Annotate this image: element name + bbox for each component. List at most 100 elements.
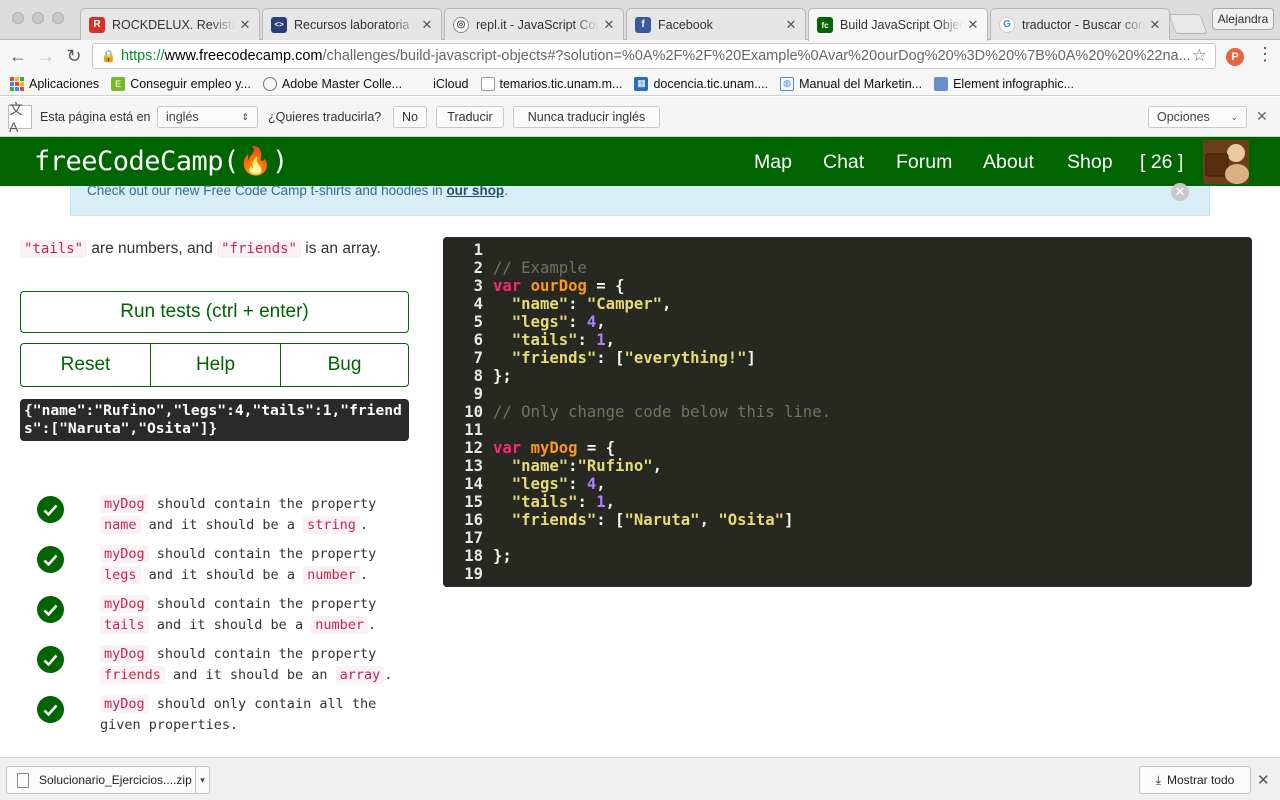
never-translate-button[interactable]: Nunca traducir inglés bbox=[513, 106, 660, 128]
code-line[interactable]: 14 "legs": 4, bbox=[443, 475, 1252, 493]
code-token: , bbox=[605, 331, 616, 349]
forward-arrow-icon[interactable]: → bbox=[34, 44, 58, 68]
code-line[interactable]: 10 // Only change code below this line. bbox=[443, 403, 1252, 421]
options-label: Opciones bbox=[1157, 110, 1210, 124]
code-line[interactable]: 17 bbox=[443, 529, 1252, 547]
close-tab-icon[interactable]: ✕ bbox=[421, 17, 433, 33]
fcc-navbar: freeCodeCamp(🔥) Map Chat Forum About Sho… bbox=[0, 137, 1280, 186]
line-number: 13 bbox=[464, 457, 483, 475]
bookmark-apps[interactable]: Aplicaciones bbox=[10, 76, 99, 91]
close-translate-icon[interactable]: ✕ bbox=[1256, 108, 1268, 125]
extension-icon[interactable]: P bbox=[1226, 48, 1244, 66]
close-shelf-icon[interactable]: ✕ bbox=[1257, 771, 1270, 789]
url-host: www.freecodecamp.com bbox=[164, 48, 323, 64]
close-window-button[interactable] bbox=[12, 12, 24, 24]
alert-text: Check out our new Free Code Camp t-shirt… bbox=[87, 183, 447, 198]
reset-button[interactable]: Reset bbox=[20, 343, 151, 387]
code-line[interactable]: 3 var ourDog = { bbox=[443, 277, 1252, 295]
nav-about[interactable]: About bbox=[983, 151, 1034, 174]
bookmark-conseguir-empleo[interactable]: E Conseguir empleo y... bbox=[111, 76, 251, 91]
bookmark-star-icon[interactable]: ☆ bbox=[1192, 46, 1207, 66]
code-line[interactable]: 16 "friends": ["Naruta", "Osita"] bbox=[443, 511, 1252, 529]
code-line[interactable]: 11 bbox=[443, 421, 1252, 439]
bookmark-label: Adobe Master Colle... bbox=[281, 76, 403, 91]
line-number: 4 bbox=[473, 295, 483, 313]
download-item[interactable]: Solucionario_Ejercicios....zip ▾ bbox=[6, 766, 210, 794]
download-menu-chevron-icon[interactable]: ▾ bbox=[195, 767, 209, 793]
bookmark-icloud[interactable]: iCloud bbox=[414, 77, 468, 91]
code-line[interactable]: 6 "tails": 1, bbox=[443, 331, 1252, 349]
code-token: : bbox=[568, 295, 587, 313]
code-line[interactable]: 18}; bbox=[443, 547, 1252, 565]
download-shelf: Solucionario_Ejercicios....zip ▾ ⤓ Mostr… bbox=[0, 757, 1280, 800]
code-line[interactable]: 19 bbox=[443, 565, 1252, 583]
close-tab-icon[interactable]: ✕ bbox=[1149, 17, 1161, 33]
bug-button[interactable]: Bug bbox=[280, 343, 409, 387]
code-line[interactable]: 4 "name": "Camper", bbox=[443, 295, 1252, 313]
profile-button[interactable]: Alejandra bbox=[1212, 8, 1274, 30]
run-tests-button[interactable]: Run tests (ctrl + enter) bbox=[20, 291, 409, 333]
help-button[interactable]: Help bbox=[150, 343, 281, 387]
points-counter[interactable]: [ 26 ] bbox=[1140, 151, 1183, 174]
back-arrow-icon[interactable]: ← bbox=[6, 44, 30, 68]
tab-facebook[interactable]: f Facebook ✕ bbox=[626, 8, 806, 40]
tab-build-javascript-objects[interactable]: fc Build JavaScript Objec ✕ bbox=[808, 8, 988, 41]
tab-traductor[interactable]: G traductor - Buscar con ✕ bbox=[990, 8, 1170, 40]
translate-options-select[interactable]: Opciones ⌄ bbox=[1148, 106, 1247, 128]
test-text: and it should be an bbox=[164, 667, 336, 683]
reload-icon[interactable]: ↻ bbox=[62, 44, 86, 68]
address-bar[interactable]: 🔒 https://www.freecodecamp.com/challenge… bbox=[92, 43, 1216, 69]
bookmark-element-infographic[interactable]: Element infographic... bbox=[934, 76, 1074, 91]
show-all-downloads-button[interactable]: ⤓ Mostrar todo bbox=[1139, 766, 1251, 794]
test-property: friends bbox=[100, 666, 165, 684]
code-editor[interactable]: 1 2// Example 3 var ourDog = {4 "name": "Ca… bbox=[443, 237, 1252, 587]
bookmark-adobe[interactable]: Adobe Master Colle... bbox=[262, 76, 403, 91]
code-line[interactable]: 12 var myDog = { bbox=[443, 439, 1252, 457]
code-line[interactable]: 2 // Example bbox=[443, 259, 1252, 277]
nav-chat[interactable]: Chat bbox=[823, 151, 864, 174]
code-line[interactable]: 13 "name":"Rufino", bbox=[443, 457, 1252, 475]
code-line[interactable]: 8}; bbox=[443, 367, 1252, 385]
code-text: var ourDog = { bbox=[493, 277, 624, 295]
code-line[interactable]: 5 "legs": 4, bbox=[443, 313, 1252, 331]
line-number: 19 bbox=[464, 565, 483, 583]
code-line[interactable]: 1 bbox=[443, 241, 1252, 259]
close-alert-icon[interactable]: ✕ bbox=[1171, 183, 1189, 201]
code-line[interactable]: 7 "friends": ["everything!"] bbox=[443, 349, 1252, 367]
code-token: , bbox=[699, 511, 719, 529]
code-line[interactable]: 9 bbox=[443, 385, 1252, 403]
translate-button[interactable]: Traducir bbox=[436, 106, 504, 128]
minimize-window-button[interactable] bbox=[32, 12, 44, 24]
bookmark-temarios[interactable]: temarios.tic.unam.m... bbox=[480, 76, 622, 91]
fcc-logo[interactable]: freeCodeCamp(🔥) bbox=[34, 145, 288, 177]
google-favicon-icon: G bbox=[999, 16, 1015, 33]
nav-shop[interactable]: Shop bbox=[1067, 151, 1113, 174]
browser-menu-icon[interactable]: ⋮ bbox=[1256, 44, 1274, 65]
test-text: . bbox=[384, 667, 393, 683]
code-line[interactable]: 15 "tails": 1, bbox=[443, 493, 1252, 511]
bookmark-manual-marketing[interactable]: ◍ Manual del Marketin... bbox=[780, 76, 922, 91]
language-select[interactable]: inglés ⇕ bbox=[157, 106, 258, 128]
code-token: var bbox=[493, 439, 522, 457]
code-token: : bbox=[568, 313, 587, 331]
close-tab-icon[interactable]: ✕ bbox=[239, 17, 251, 33]
new-tab-button[interactable] bbox=[1168, 14, 1208, 34]
code-text: "friends": ["Naruta", "Osita"] bbox=[493, 511, 794, 529]
test-text: should contain the property bbox=[148, 596, 377, 612]
bookmark-docencia[interactable]: ▦ docencia.tic.unam.... bbox=[634, 76, 768, 91]
code-text: // Only change code below this line. bbox=[493, 403, 831, 421]
shop-link[interactable]: our shop bbox=[446, 183, 504, 198]
close-tab-icon[interactable]: ✕ bbox=[967, 17, 979, 33]
tab-title: Facebook bbox=[658, 17, 713, 32]
no-translate-button[interactable]: No bbox=[393, 106, 427, 128]
zoom-window-button[interactable] bbox=[52, 12, 64, 24]
nav-map[interactable]: Map bbox=[754, 151, 792, 174]
nav-forum[interactable]: Forum bbox=[896, 151, 952, 174]
tab-replit[interactable]: ◎ repl.it - JavaScript Con ✕ bbox=[444, 8, 624, 40]
user-avatar[interactable] bbox=[1203, 140, 1249, 184]
close-tab-icon[interactable]: ✕ bbox=[603, 17, 615, 33]
tab-rockdelux[interactable]: R ROCKDELUX. Revista ✕ bbox=[80, 8, 260, 40]
close-tab-icon[interactable]: ✕ bbox=[785, 17, 797, 33]
tab-recursos[interactable]: <> Recursos laboratoria ✕ bbox=[262, 8, 442, 40]
